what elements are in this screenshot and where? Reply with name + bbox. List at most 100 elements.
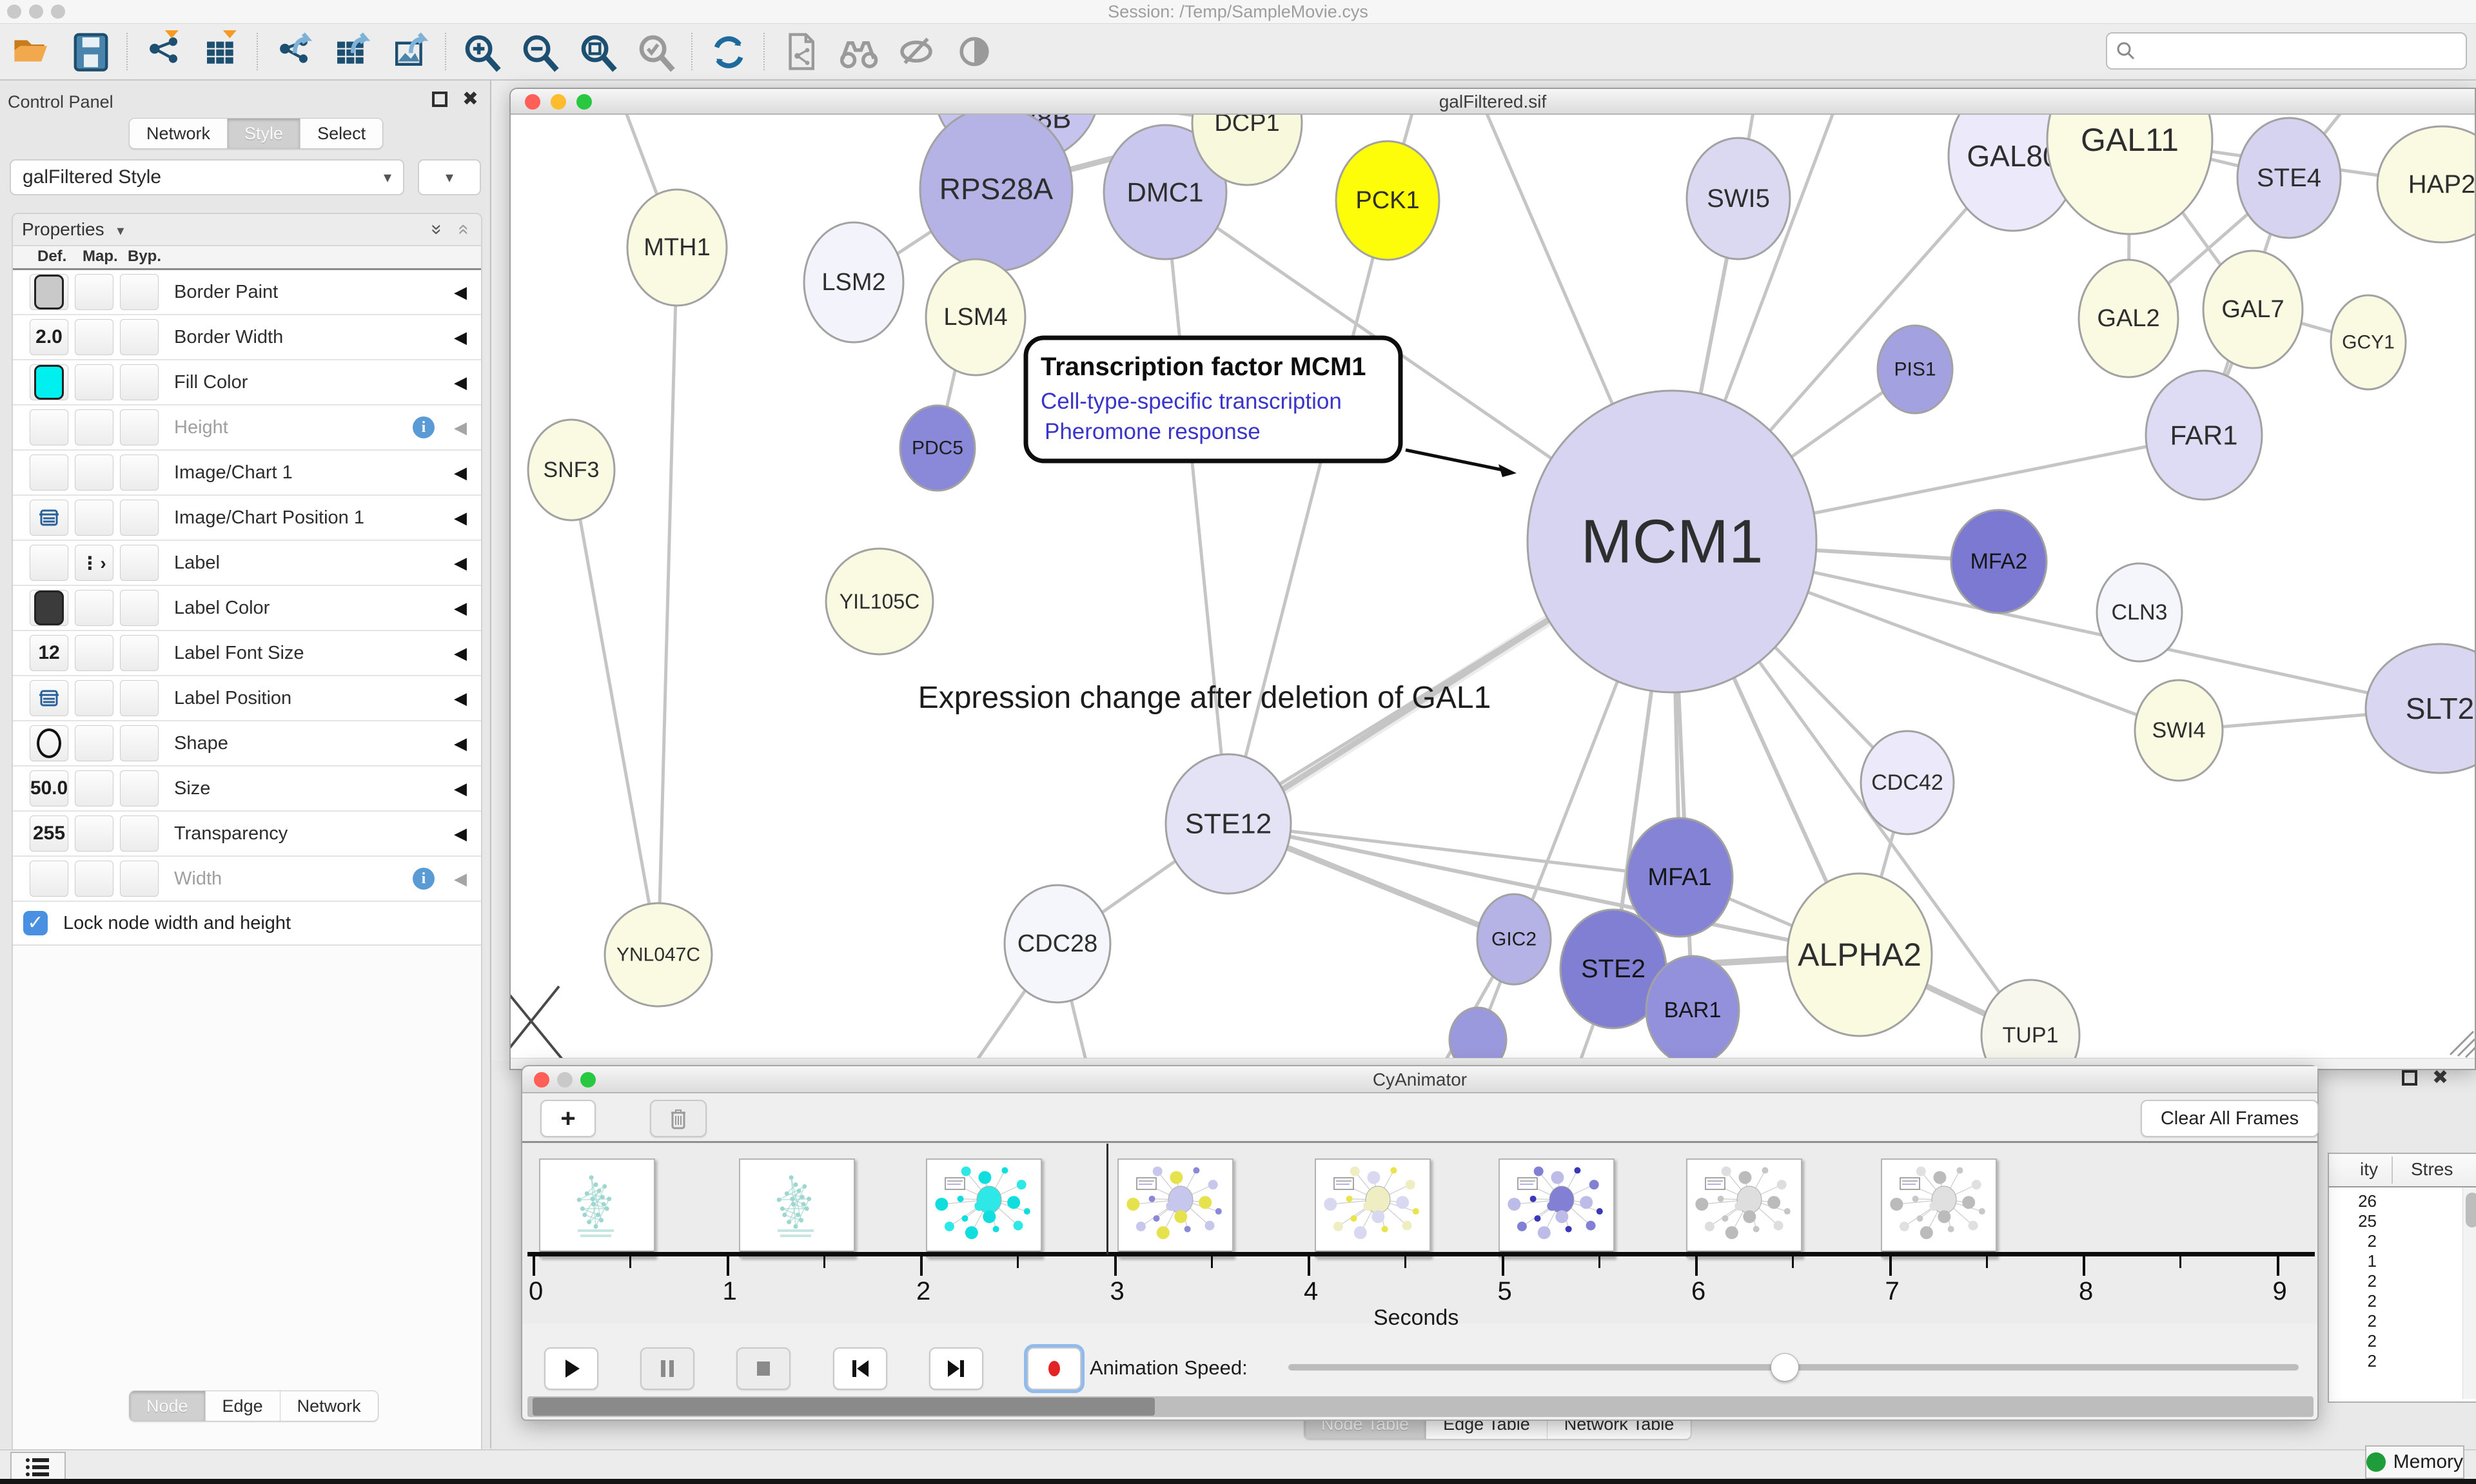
mapping-cell[interactable]: ⋮› xyxy=(75,545,113,581)
network-node-ynl047c[interactable]: YNL047C xyxy=(605,903,712,1006)
clone-network-button[interactable] xyxy=(779,30,821,73)
bypass-cell[interactable] xyxy=(120,770,159,806)
export-table-button[interactable] xyxy=(330,30,373,73)
mapping-cell[interactable] xyxy=(75,274,113,310)
record-button[interactable] xyxy=(1027,1347,1081,1390)
float-panel-icon[interactable] xyxy=(431,91,448,111)
default-cell[interactable]: 255 xyxy=(30,815,68,852)
network-node-gal7[interactable]: GAL7 xyxy=(2203,251,2303,368)
expand-row-icon[interactable]: ◀ xyxy=(454,586,467,630)
expand-row-icon[interactable]: ◀ xyxy=(454,270,467,314)
tab-network[interactable]: Network xyxy=(280,1391,378,1421)
property-row-size[interactable]: 50.0Size◀ xyxy=(13,766,481,812)
frame-thumbnail-3[interactable] xyxy=(926,1158,1042,1258)
tab-select[interactable]: Select xyxy=(300,119,382,148)
network-node-mth1[interactable]: MTH1 xyxy=(627,190,727,306)
pause-button[interactable] xyxy=(640,1347,694,1390)
float-panel-icon[interactable] xyxy=(2401,1069,2418,1089)
bypass-cell[interactable] xyxy=(120,815,159,852)
mapping-cell[interactable] xyxy=(75,770,113,806)
network-node-far1[interactable]: FAR1 xyxy=(2146,371,2262,500)
network-node-snf3[interactable]: SNF3 xyxy=(528,420,614,520)
resize-grip-icon[interactable] xyxy=(2450,1031,2475,1057)
frame-thumbnail-5[interactable] xyxy=(1315,1158,1431,1258)
network-node-lsm4[interactable]: LSM4 xyxy=(926,259,1025,375)
info-icon[interactable]: i xyxy=(413,416,435,438)
table-row[interactable]: 2 xyxy=(2330,1351,2377,1371)
network-node-pdc5[interactable]: PDC5 xyxy=(900,405,975,491)
export-image-button[interactable] xyxy=(388,30,431,73)
clear-all-frames-button[interactable]: Clear All Frames xyxy=(2141,1100,2319,1137)
property-row-shape[interactable]: Shape◀ xyxy=(13,721,481,766)
network-node-gal2[interactable]: GAL2 xyxy=(2079,260,2178,377)
bypass-cell[interactable] xyxy=(120,500,159,536)
bypass-cell[interactable] xyxy=(120,680,159,716)
network-node-mfa2[interactable]: MFA2 xyxy=(1951,510,2047,613)
cyanimator-hscrollbar[interactable] xyxy=(527,1396,2314,1417)
bypass-cell[interactable] xyxy=(120,635,159,671)
bypass-cell[interactable] xyxy=(120,861,159,897)
mapping-cell[interactable] xyxy=(75,409,113,445)
show-panels-button[interactable] xyxy=(10,1452,66,1483)
lock-checkbox[interactable]: ✓ xyxy=(23,911,48,935)
timeline-playhead[interactable] xyxy=(1106,1144,1108,1255)
network-node-gic2[interactable]: GIC2 xyxy=(1477,894,1551,984)
window-close-button[interactable] xyxy=(534,1072,549,1088)
expand-row-icon[interactable]: ◀ xyxy=(454,451,467,494)
mapping-cell[interactable] xyxy=(75,500,113,536)
frame-thumbnail-2[interactable] xyxy=(739,1158,855,1258)
table-row[interactable]: 1 xyxy=(2330,1251,2377,1271)
network-node-swi4[interactable]: SWI4 xyxy=(2135,680,2223,781)
mapping-cell[interactable] xyxy=(75,635,113,671)
network-node-cdc42[interactable]: CDC42 xyxy=(1861,731,1954,834)
table-row[interactable]: 2 xyxy=(2330,1311,2377,1331)
table-scrollbar[interactable] xyxy=(2462,1187,2476,1399)
bypass-cell[interactable] xyxy=(120,454,159,491)
expand-row-icon[interactable]: ◀ xyxy=(454,360,467,404)
default-cell[interactable] xyxy=(30,274,68,310)
window-minimize-button[interactable] xyxy=(557,1072,573,1088)
network-node-node_x[interactable] xyxy=(1449,1008,1506,1059)
column-header[interactable]: Stres xyxy=(2411,1159,2453,1180)
table-row[interactable]: 2 xyxy=(2330,1271,2377,1291)
bypass-cell[interactable] xyxy=(120,409,159,445)
expand-row-icon[interactable]: ◀ xyxy=(454,676,467,720)
window-minimize-button[interactable] xyxy=(551,94,566,110)
network-node-lsm2[interactable]: LSM2 xyxy=(804,222,903,342)
mapping-cell[interactable] xyxy=(75,319,113,355)
frame-thumbnail-8[interactable] xyxy=(1881,1158,1997,1258)
mapping-cell[interactable] xyxy=(75,725,113,761)
bypass-cell[interactable] xyxy=(120,590,159,626)
network-node-alpha2[interactable]: ALPHA2 xyxy=(1787,874,1932,1036)
hide-details-button[interactable] xyxy=(895,30,938,73)
show-details-button[interactable] xyxy=(953,30,996,73)
mapping-cell[interactable] xyxy=(75,680,113,716)
table-row[interactable]: 2 xyxy=(2330,1291,2377,1311)
add-frame-button[interactable]: + xyxy=(540,1100,596,1137)
window-zoom-button[interactable] xyxy=(580,1072,596,1088)
bypass-cell[interactable] xyxy=(120,274,159,310)
property-row-width[interactable]: Widthi◀ xyxy=(13,857,481,902)
collapse-all-icon[interactable]: « xyxy=(449,224,480,235)
default-cell[interactable] xyxy=(30,500,68,536)
property-row-image-chart-position-1[interactable]: Image/Chart Position 1◀ xyxy=(13,496,481,541)
mapping-cell[interactable] xyxy=(75,454,113,491)
network-node-tup1[interactable]: TUP1 xyxy=(1981,980,2079,1059)
tab-style[interactable]: Style xyxy=(228,119,300,148)
tab-network[interactable]: Network xyxy=(130,119,228,148)
frame-thumbnail-6[interactable] xyxy=(1498,1158,1615,1258)
window-zoom-button[interactable] xyxy=(576,94,592,110)
expand-row-icon[interactable]: ◀ xyxy=(454,631,467,675)
skip-start-button[interactable] xyxy=(833,1347,887,1390)
network-window-titlebar[interactable]: galFiltered.sif xyxy=(511,89,2475,115)
expand-row-icon[interactable]: ◀ xyxy=(454,405,467,449)
bypass-cell[interactable] xyxy=(120,725,159,761)
close-panel-icon[interactable]: ✖ xyxy=(2432,1069,2448,1089)
network-node-ste12[interactable]: STE12 xyxy=(1166,754,1291,893)
network-node-ste4[interactable]: STE4 xyxy=(2237,118,2341,238)
network-annotation-text[interactable]: Expression change after deletion of GAL1 xyxy=(918,681,1491,715)
tab-edge[interactable]: Edge xyxy=(206,1391,280,1421)
bypass-cell[interactable] xyxy=(120,364,159,400)
table-row[interactable]: 2 xyxy=(2330,1231,2377,1251)
close-panel-icon[interactable]: ✖ xyxy=(462,91,478,111)
